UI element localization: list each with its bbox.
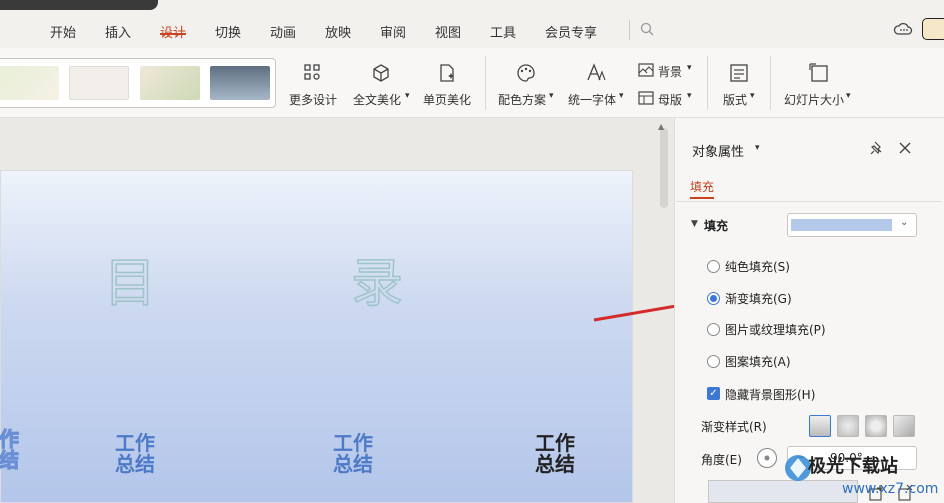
more-design-icon xyxy=(304,64,320,80)
option-picture-fill[interactable]: 图片或纹理填充(P) xyxy=(725,321,826,338)
background-button[interactable]: 背景 xyxy=(658,63,682,80)
menu-member[interactable]: 会员专享 xyxy=(545,22,597,41)
fill-section-label: 填充 xyxy=(704,219,729,233)
slide-size-icon xyxy=(809,63,828,82)
member-icon[interactable] xyxy=(922,18,944,40)
active-tab-underline xyxy=(160,33,186,35)
angle-dial-icon[interactable] xyxy=(756,447,778,469)
angle-label: 角度(E) xyxy=(701,453,742,467)
menu-divider xyxy=(629,20,630,40)
chevron-down-icon: ▾ xyxy=(549,91,554,101)
menu-transition[interactable]: 切换 xyxy=(215,22,241,41)
master-button[interactable]: 母版 xyxy=(658,91,682,108)
page-beautify-button[interactable]: 单页美化 xyxy=(423,91,471,108)
menu-tools[interactable]: 工具 xyxy=(490,22,516,41)
slide-title-left[interactable]: 目 xyxy=(103,241,158,316)
chevron-down-icon: ▾ xyxy=(750,91,755,101)
theme-thumb-3[interactable] xyxy=(140,66,200,100)
menu-insert[interactable]: 插入 xyxy=(105,22,131,41)
option-solid-fill[interactable]: 纯色填充(S) xyxy=(725,258,790,275)
menu-design[interactable]: 设计 xyxy=(160,22,186,41)
color-scheme-button[interactable]: 配色方案 xyxy=(498,91,546,108)
menu-animation[interactable]: 动画 xyxy=(270,22,296,41)
scroll-up-icon[interactable]: ▲ xyxy=(658,122,664,131)
hide-bg-label[interactable]: 隐藏背景图形(H) xyxy=(725,386,815,403)
ribbon-separator xyxy=(485,56,486,110)
gradient-style-path[interactable] xyxy=(893,415,915,437)
palette-icon xyxy=(517,64,535,82)
radio-solid-fill[interactable] xyxy=(707,260,720,273)
cloud-icon[interactable] xyxy=(893,20,913,38)
slide[interactable]: 目 录 工作总结 工作总结 工作总结 工作总结 xyxy=(0,170,633,503)
full-beautify-button[interactable]: 全文美化 xyxy=(353,91,401,108)
theme-thumb-4[interactable] xyxy=(210,66,270,100)
document-tab[interactable] xyxy=(0,0,158,10)
layout-button[interactable]: 版式 xyxy=(723,91,747,108)
radio-pattern-fill[interactable] xyxy=(707,355,720,368)
panel-title[interactable]: 对象属性 xyxy=(692,141,744,160)
option-pattern-fill[interactable]: 图案填充(A) xyxy=(725,353,791,370)
theme-thumb-1[interactable] xyxy=(0,66,59,100)
ribbon-separator xyxy=(770,56,771,110)
chevron-down-icon: ▾ xyxy=(687,91,692,101)
fill-color-swatch xyxy=(791,219,892,231)
grid-item[interactable]: 工作总结 xyxy=(115,433,155,475)
gradient-style-linear[interactable] xyxy=(809,415,831,437)
theme-gallery[interactable] xyxy=(0,58,276,108)
menu-slideshow[interactable]: 放映 xyxy=(325,22,351,41)
slide-size-button[interactable]: 幻灯片大小 xyxy=(784,91,844,108)
page-beautify-icon xyxy=(440,64,454,82)
radio-picture-fill[interactable] xyxy=(707,323,720,336)
more-design-button[interactable]: 更多设计 xyxy=(289,91,337,108)
chevron-down-icon: ▾ xyxy=(846,91,851,101)
menu-review[interactable]: 审阅 xyxy=(380,22,406,41)
gradient-style-label: 渐变样式(R) xyxy=(701,420,767,434)
chevron-down-icon[interactable]: ⌄ xyxy=(900,217,908,228)
chevron-down-icon: ▾ xyxy=(405,91,410,101)
hide-bg-checkbox[interactable]: ✓ xyxy=(707,387,720,400)
watermark-url: www.xz7.com xyxy=(842,481,939,497)
layout-icon xyxy=(730,64,748,82)
font-icon xyxy=(587,63,606,81)
grid-item[interactable]: 工作总结 xyxy=(0,428,20,471)
search-icon[interactable] xyxy=(640,22,654,36)
chevron-down-icon: ▾ xyxy=(687,63,692,73)
gradient-style-radial[interactable] xyxy=(837,415,859,437)
option-gradient-fill[interactable]: 渐变填充(G) xyxy=(725,290,792,307)
tab-underline xyxy=(690,197,714,199)
theme-thumb-2[interactable] xyxy=(69,66,129,100)
grid-item[interactable]: 工作总结 xyxy=(333,433,373,475)
grid-item[interactable]: 工作总结 xyxy=(535,433,575,475)
collapse-triangle-icon[interactable]: ▼ xyxy=(691,219,698,229)
close-icon[interactable] xyxy=(899,142,911,154)
unify-font-button[interactable]: 统一字体 xyxy=(568,91,616,108)
master-icon xyxy=(638,91,654,105)
radio-gradient-fill[interactable] xyxy=(707,292,720,305)
menu-home[interactable]: 开始 xyxy=(50,22,76,41)
chevron-down-icon: ▾ xyxy=(619,91,624,101)
panel-divider xyxy=(676,201,942,202)
watermark-text: 极光下载站 xyxy=(808,456,898,477)
vertical-scrollbar[interactable] xyxy=(660,128,668,208)
menu-bar: 开始 插入 设计 切换 动画 放映 审阅 视图 工具 会员专享 xyxy=(0,12,944,48)
tab-fill[interactable]: 填充 xyxy=(690,178,714,195)
gradient-style-rectangle[interactable] xyxy=(865,415,887,437)
pin-icon[interactable] xyxy=(870,141,884,155)
ribbon-separator xyxy=(707,56,708,110)
menu-view[interactable]: 视图 xyxy=(435,22,461,41)
chevron-down-icon[interactable]: ▾ xyxy=(755,143,760,153)
slide-title-right[interactable]: 录 xyxy=(350,241,405,316)
full-beautify-icon xyxy=(373,64,389,82)
background-icon xyxy=(638,63,654,77)
